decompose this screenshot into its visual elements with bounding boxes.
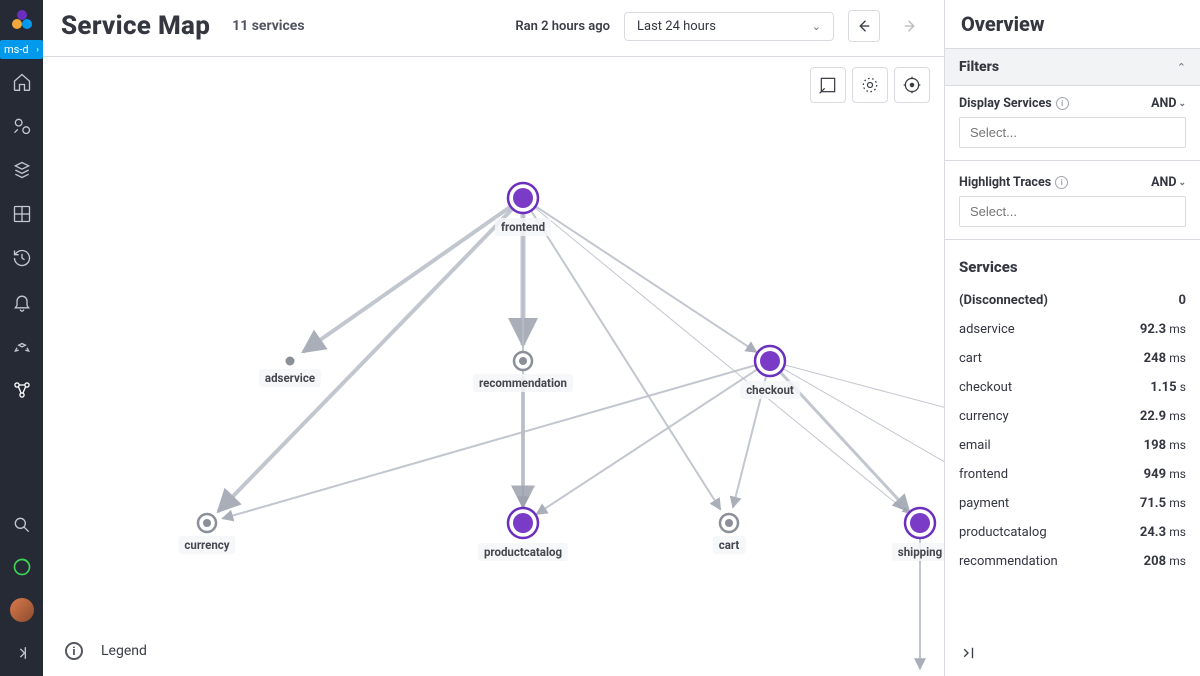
nav-collaborate[interactable] [11, 335, 33, 357]
graph-node-label: cart [713, 536, 746, 554]
legend-label: Legend [101, 643, 147, 659]
display-services-input[interactable] [959, 117, 1186, 148]
nav-datasets[interactable] [11, 159, 33, 181]
nav-home[interactable] [11, 71, 33, 93]
env-selector[interactable]: ms-d › [0, 40, 43, 59]
graph-node-label: productcatalog [478, 543, 568, 561]
page-header: Service Map 11 services Ran 2 hours ago … [43, 0, 944, 57]
page-title: Service Map [61, 11, 210, 41]
filters-header[interactable]: Filters ⌃ [945, 48, 1200, 86]
graph-node-recommendation[interactable] [514, 352, 532, 370]
chevron-up-icon: ⌃ [1177, 61, 1186, 74]
graph-node-productcatalog[interactable] [508, 508, 538, 538]
nav-explore[interactable] [11, 115, 33, 137]
service-row[interactable]: adservice92.3 ms [959, 315, 1186, 344]
time-back-button[interactable] [848, 10, 880, 42]
display-services-filter: Display Services i AND ⌄ [945, 86, 1200, 165]
chevron-down-icon: ⌄ [1178, 99, 1186, 109]
graph-node-label: shipping [892, 543, 944, 561]
nav-boards[interactable] [11, 203, 33, 225]
nav-search[interactable] [11, 514, 33, 536]
graph-node-shipping[interactable] [905, 508, 935, 538]
nav-service-map[interactable] [11, 379, 33, 401]
highlight-traces-op[interactable]: AND ⌄ [1151, 175, 1186, 190]
focus-button[interactable] [894, 67, 930, 103]
display-services-op[interactable]: AND ⌄ [1151, 96, 1186, 111]
highlight-traces-filter: Highlight Traces i AND ⌄ [945, 165, 1200, 244]
service-row[interactable]: productcatalog24.3 ms [959, 518, 1186, 547]
filters-label: Filters [959, 59, 999, 75]
time-range-label: Last 24 hours [637, 19, 716, 34]
fit-view-button[interactable] [810, 67, 846, 103]
highlight-traces-label: Highlight Traces [959, 175, 1051, 190]
graph-node-label: recommendation [473, 374, 573, 392]
run-status: Ran 2 hours ago [515, 19, 610, 34]
user-avatar[interactable] [10, 598, 34, 622]
graph-node-label: adservice [259, 369, 321, 387]
chevron-down-icon: ⌄ [1178, 178, 1186, 188]
graph-node-cart[interactable] [720, 514, 738, 532]
canvas-toolbar [810, 67, 930, 103]
env-tag-label: ms-d [4, 43, 29, 56]
service-row[interactable]: cart248 ms [959, 344, 1186, 373]
nav-alerts[interactable] [11, 291, 33, 313]
graph-svg [43, 57, 944, 676]
layout-button[interactable] [852, 67, 888, 103]
info-icon: i [65, 642, 83, 660]
display-services-label: Display Services [959, 96, 1052, 111]
highlight-traces-input[interactable] [959, 196, 1186, 227]
graph-node-adservice[interactable] [286, 357, 295, 366]
panel-collapse[interactable] [945, 633, 1200, 676]
left-nav: ms-d › [0, 0, 43, 676]
brand-logo[interactable] [8, 6, 36, 34]
services-title: Services [959, 258, 1186, 276]
services-disconnected-row[interactable]: (Disconnected) 0 [959, 286, 1186, 315]
service-map-canvas[interactable]: frontend adservice recommendation checkout c… [43, 57, 944, 676]
service-row[interactable]: checkout1.15 s [959, 373, 1186, 402]
panel-title: Overview [945, 0, 1200, 48]
chevron-down-icon: ⌄ [812, 20, 821, 33]
graph-node-label: frontend [495, 218, 551, 236]
legend-toggle[interactable]: i Legend [65, 642, 147, 660]
service-row[interactable]: frontend949 ms [959, 460, 1186, 489]
info-icon[interactable]: i [1056, 97, 1069, 110]
chevron-right-icon: › [36, 45, 39, 55]
overview-panel: Overview Filters ⌃ Display Services i AN… [944, 0, 1200, 676]
graph-node-checkout[interactable] [755, 346, 785, 376]
nav-usage[interactable] [11, 556, 33, 578]
graph-node-frontend[interactable] [508, 183, 538, 213]
graph-node-label: currency [178, 536, 235, 554]
service-row[interactable]: payment71.5 ms [959, 489, 1186, 518]
services-list: Services (Disconnected) 0 adservice92.3 … [945, 244, 1200, 580]
graph-node-currency[interactable] [198, 514, 216, 532]
graph-node-label: checkout [740, 381, 800, 399]
service-row[interactable]: recommendation208 ms [959, 547, 1186, 576]
time-forward-button [894, 10, 926, 42]
nav-collapse[interactable] [11, 642, 33, 664]
page-subtitle: 11 services [232, 18, 304, 34]
time-range-selector[interactable]: Last 24 hours ⌄ [624, 12, 834, 41]
service-row[interactable]: currency22.9 ms [959, 402, 1186, 431]
nav-history[interactable] [11, 247, 33, 269]
info-icon[interactable]: i [1055, 176, 1068, 189]
service-row[interactable]: email198 ms [959, 431, 1186, 460]
